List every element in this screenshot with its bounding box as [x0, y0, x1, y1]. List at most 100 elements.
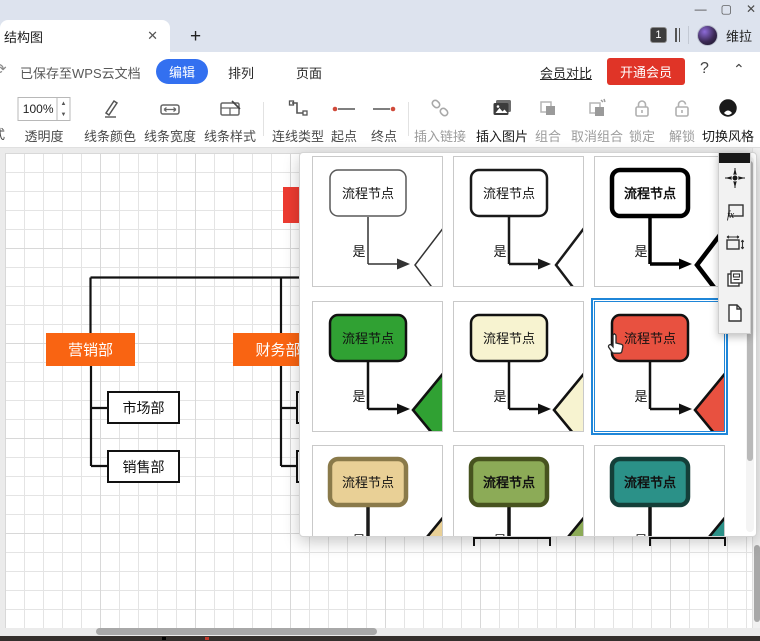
svg-text:是: 是 — [352, 244, 365, 259]
mini-toolbar-drag-handle[interactable] — [719, 153, 750, 163]
transparency-control[interactable]: 100% ▲ ▼ 透明度 — [17, 94, 71, 145]
clipped-style-label: 式 — [0, 124, 5, 143]
member-compare-link[interactable]: 会员对比 — [540, 63, 592, 82]
insert-link-button[interactable]: 插入链接 — [414, 94, 466, 145]
tab-bar: 结构图 ✕ + 1 维拉 — [0, 18, 760, 52]
style-option-white-bold[interactable]: 流程节点是 — [594, 156, 728, 305]
org-node-partial-box[interactable] — [473, 537, 551, 546]
format-panel-icon[interactable]: fx — [725, 203, 745, 224]
upgrade-member-button[interactable]: 开通会员 — [607, 58, 685, 85]
resize-canvas-icon[interactable] — [725, 235, 745, 258]
style-gallery-grid: 流程节点是流程节点是流程节点是流程节点是流程节点是流程节点是流程节点是流程节点是… — [300, 153, 756, 536]
ungroup-button[interactable]: 取消组合 — [571, 94, 623, 145]
svg-text:流程节点: 流程节点 — [624, 331, 676, 346]
style-option-teal[interactable]: 流程节点是 — [594, 445, 730, 537]
org-node-company[interactable] — [283, 187, 300, 223]
user-name: 维拉 — [725, 28, 752, 44]
style-option-cream[interactable]: 流程节点是 — [453, 301, 589, 454]
horizontal-scrollbar-thumb[interactable] — [96, 628, 377, 635]
svg-text:是: 是 — [634, 389, 647, 404]
insert-image-button[interactable]: 插入图片 — [476, 94, 528, 145]
tab-list-icon[interactable] — [674, 28, 680, 42]
compass-navigation-icon[interactable] — [724, 167, 746, 192]
style-option-white-thin[interactable]: 流程节点是 — [312, 156, 445, 304]
svg-text:流程节点: 流程节点 — [483, 186, 535, 201]
end-point-button[interactable]: 终点 — [370, 94, 398, 145]
svg-text:流程节点: 流程节点 — [342, 186, 394, 201]
org-node-marketing[interactable]: 营销部 — [46, 333, 135, 366]
connector-type-icon — [286, 94, 310, 124]
ungroup-icon — [585, 94, 609, 124]
collapse-ribbon-button[interactable]: ⌃ — [733, 61, 745, 78]
maximize-icon[interactable]: ▢ — [721, 0, 732, 18]
cloud-sync-icon: ⟳ — [0, 61, 7, 78]
new-tab-button[interactable]: + — [190, 26, 201, 48]
hand-cursor-icon — [606, 332, 628, 359]
svg-text:是: 是 — [493, 244, 506, 259]
tab-close-icon[interactable]: ✕ — [147, 28, 158, 44]
svg-text:是: 是 — [493, 533, 506, 537]
unlock-button[interactable]: 解锁 — [669, 94, 695, 145]
org-node-sales[interactable]: 销售部 — [107, 450, 180, 483]
save-status: 已保存至WPS云文档 — [20, 66, 141, 81]
lock-button[interactable]: 锁定 — [629, 94, 655, 145]
image-icon — [490, 94, 514, 124]
document-tab[interactable]: 结构图 ✕ — [0, 20, 170, 52]
divider — [687, 26, 689, 44]
svg-text:是: 是 — [634, 533, 647, 537]
menu-tab-arrange[interactable]: 排列 — [228, 63, 254, 82]
document-count-badge[interactable]: 1 — [649, 27, 667, 43]
document-tab-title: 结构图 — [4, 29, 44, 45]
menu-bar: ⟳ 已保存至WPS云文档 编辑 排列 页面 会员对比 开通会员 ? ⌃ — [0, 52, 760, 90]
line-color-button[interactable]: 线条颜色 — [84, 94, 136, 145]
switch-style-button[interactable]: 切换风格 — [702, 94, 754, 145]
user-avatar[interactable] — [696, 24, 718, 46]
svg-text:流程节点: 流程节点 — [342, 475, 394, 490]
vertical-scrollbar-thumb[interactable] — [754, 545, 760, 622]
group-icon — [536, 94, 560, 124]
spinner-arrows[interactable]: ▲ ▼ — [57, 97, 71, 121]
link-icon — [428, 94, 452, 124]
style-gallery-popup: 流程节点是流程节点是流程节点是流程节点是流程节点是流程节点是流程节点是流程节点是… — [299, 152, 757, 537]
svg-text:是: 是 — [634, 244, 647, 259]
transparency-value-input[interactable]: 100% ▲ ▼ — [17, 97, 71, 121]
svg-text:流程节点: 流程节点 — [624, 475, 676, 490]
end-point-icon — [370, 94, 398, 124]
pencil-icon — [98, 94, 122, 124]
line-width-icon — [158, 94, 182, 124]
svg-text:fx: fx — [727, 210, 735, 221]
unlock-icon — [670, 94, 694, 124]
toolbar-separator — [263, 102, 264, 136]
connector-type-button[interactable]: 连线类型 — [272, 94, 324, 145]
style-option-red[interactable]: 流程节点是 — [591, 298, 730, 454]
style-option-olive[interactable]: 流程节点是 — [453, 445, 589, 537]
style-option-white-medium[interactable]: 流程节点是 — [453, 156, 586, 304]
org-node-partial-box[interactable] — [649, 537, 726, 546]
style-circle-icon — [716, 94, 740, 124]
help-button[interactable]: ? — [700, 60, 709, 78]
line-style-button[interactable]: 线条样式 — [204, 94, 256, 145]
svg-text:流程节点: 流程节点 — [483, 475, 535, 490]
style-option-green[interactable]: 流程节点是 — [312, 301, 448, 454]
close-icon[interactable]: ✕ — [746, 0, 756, 18]
svg-text:是: 是 — [352, 533, 365, 537]
style-option-tan[interactable]: 流程节点是 — [312, 445, 448, 537]
line-width-button[interactable]: 线条宽度 — [144, 94, 196, 145]
group-button[interactable]: 组合 — [535, 94, 561, 145]
svg-text:流程节点: 流程节点 — [342, 331, 394, 346]
menu-tab-page[interactable]: 页面 — [296, 63, 322, 82]
minimize-icon[interactable]: — — [695, 0, 707, 18]
start-point-button[interactable]: 起点 — [330, 94, 358, 145]
svg-text:流程节点: 流程节点 — [483, 331, 535, 346]
duplicate-icon[interactable] — [725, 269, 745, 292]
menu-tab-edit[interactable]: 编辑 — [156, 59, 208, 84]
svg-text:流程节点: 流程节点 — [624, 186, 676, 201]
new-page-icon[interactable] — [726, 303, 744, 326]
title-bar: — ▢ ✕ — [0, 0, 760, 18]
start-point-icon — [330, 94, 358, 124]
svg-text:是: 是 — [352, 389, 365, 404]
org-node-market[interactable]: 市场部 — [107, 391, 180, 424]
toolbar-separator — [408, 102, 409, 136]
lock-icon — [630, 94, 654, 124]
format-toolbar: 式 100% ▲▼ 透明度 线条颜色 线条宽度 — [0, 90, 760, 148]
